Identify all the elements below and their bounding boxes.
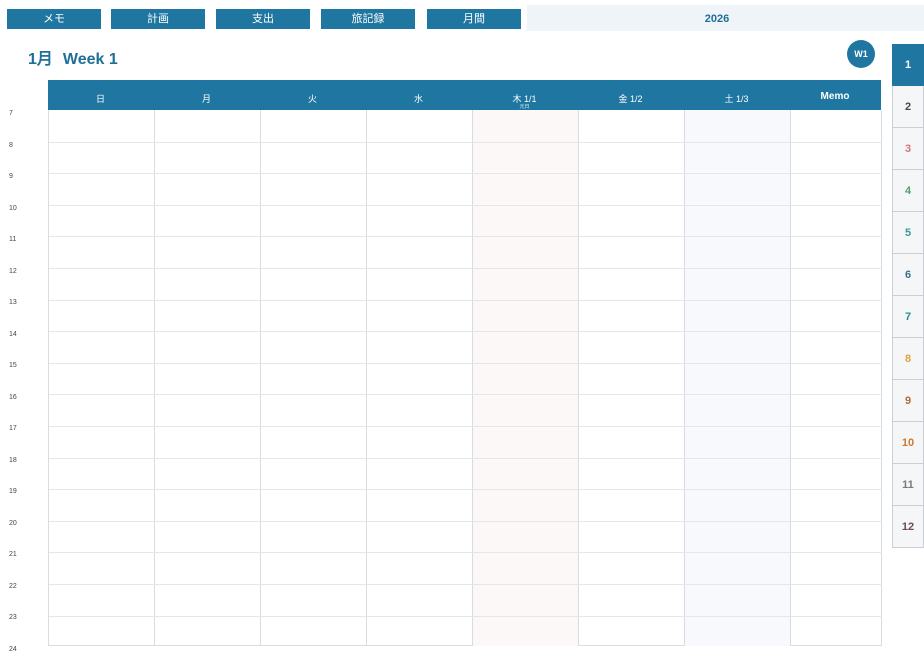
hour-gridline [49, 268, 882, 269]
hour-label: 14 [9, 330, 17, 338]
month-tab-8[interactable]: 8 [892, 338, 924, 380]
month-tab-12[interactable]: 12 [892, 506, 924, 548]
hour-gridline [49, 142, 882, 143]
year-label[interactable]: 2026 [527, 5, 907, 31]
column-header-thu: 木 1/1 元日 [472, 80, 578, 110]
hour-label: 17 [9, 425, 17, 432]
hour-label: 19 [9, 488, 17, 495]
hour-gridline [49, 552, 882, 553]
hour-label: 15 [9, 362, 17, 369]
month-tab-7[interactable]: 7 [892, 296, 924, 338]
day-column-memo[interactable] [791, 110, 882, 646]
hour-gridline [49, 173, 882, 174]
month-tab-2[interactable]: 2 [892, 86, 924, 128]
column-header-sat: 土 1/3 [684, 80, 790, 110]
month-tab-6[interactable]: 6 [892, 254, 924, 296]
column-header-memo: Memo [790, 80, 881, 110]
hour-label: 24 [9, 645, 17, 653]
travel-log-tab-button[interactable]: 旅記録 [321, 9, 415, 29]
hour-label: 23 [9, 614, 17, 621]
column-header-label: Memo [820, 91, 850, 102]
week-title: Week 1 [62, 51, 118, 68]
day-column-mon[interactable] [155, 110, 261, 646]
hour-label: 8 [9, 141, 13, 149]
expense-tab-button[interactable]: 支出 [216, 9, 310, 29]
holiday-label: 元日 [519, 104, 530, 110]
column-header-mon: 月 [154, 80, 260, 110]
hour-label: 21 [9, 551, 17, 558]
month-tabs: 1 2 3 4 5 6 7 8 9 10 11 12 [892, 44, 924, 548]
month-tab-5[interactable]: 5 [892, 212, 924, 254]
hour-label: 9 [9, 173, 13, 180]
month-tab-4[interactable]: 4 [892, 170, 924, 212]
top-navigation: メモ 計画 支出 旅記録 月間 2026 [0, 5, 924, 33]
day-column-wed[interactable] [367, 110, 473, 646]
hour-label: 12 [9, 267, 17, 275]
column-header-tue: 火 [260, 80, 366, 110]
weekly-grid: 日 月 火 水 木 1/1 元日 金 1/2 土 1/3 Memo [48, 80, 882, 646]
hour-gridline [49, 363, 882, 364]
column-header-label: 日 [95, 94, 105, 104]
hour-label: 20 [9, 519, 17, 527]
month-title: 1月 [28, 51, 53, 68]
hour-gridline [49, 394, 882, 395]
hour-gridline [49, 458, 882, 459]
memo-tab-button[interactable]: メモ [7, 9, 101, 29]
hour-label: 11 [9, 236, 17, 243]
hour-gridline [49, 489, 882, 490]
day-column-sat[interactable] [685, 110, 791, 646]
column-header-label: 月 [201, 94, 211, 104]
column-header-sun: 日 [48, 80, 154, 110]
page-title: 1月 Week 1 [28, 45, 118, 69]
hour-label: 13 [9, 299, 17, 306]
month-tab-1[interactable]: 1 [892, 44, 924, 86]
hour-gridline [49, 331, 882, 332]
month-tab-10[interactable]: 10 [892, 422, 924, 464]
day-column-sun[interactable] [49, 110, 155, 646]
hour-label: 22 [9, 582, 17, 590]
day-column-thu[interactable] [473, 110, 579, 646]
grid-body [48, 110, 882, 646]
hour-gridline [49, 426, 882, 427]
hour-gridline [49, 616, 882, 617]
column-header-wed: 水 [366, 80, 472, 110]
hour-gridline [49, 236, 882, 237]
day-column-tue[interactable] [261, 110, 367, 646]
column-header-label: 水 [413, 94, 423, 104]
month-tab-9[interactable]: 9 [892, 380, 924, 422]
plan-tab-button[interactable]: 計画 [111, 9, 205, 29]
monthly-tab-button[interactable]: 月間 [427, 9, 521, 29]
column-header-label: 火 [307, 94, 317, 104]
hour-label: 18 [9, 456, 17, 464]
hour-gridline [49, 584, 882, 585]
day-column-fri[interactable] [579, 110, 685, 646]
column-header-fri: 金 1/2 [578, 80, 684, 110]
month-tab-11[interactable]: 11 [892, 464, 924, 506]
hour-label: 16 [9, 393, 17, 401]
column-header-label: 土 1/3 [724, 94, 749, 104]
hour-gridline [49, 205, 882, 206]
month-tab-3[interactable]: 3 [892, 128, 924, 170]
hour-gridline [49, 521, 882, 522]
hour-label: 7 [9, 110, 13, 117]
hour-label: 10 [9, 204, 17, 212]
week-badge[interactable]: W1 [847, 40, 875, 68]
hour-gridline [49, 300, 882, 301]
grid-header: 日 月 火 水 木 1/1 元日 金 1/2 土 1/3 Memo [48, 80, 881, 110]
column-header-label: 金 1/2 [618, 94, 643, 104]
